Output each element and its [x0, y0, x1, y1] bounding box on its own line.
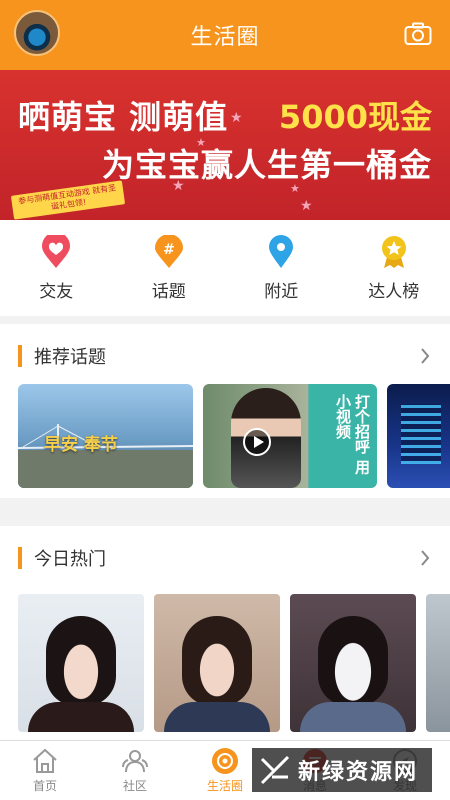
quick-link-label: 附近 [264, 281, 299, 302]
user-avatar[interactable] [14, 10, 60, 56]
star-decoration: ★ [300, 198, 313, 214]
quick-link-label: 达人榜 [368, 281, 420, 302]
tab-label: 生活圈 [206, 779, 243, 793]
promo-banner[interactable]: ★ ★ ★ ★ ★ 晒萌宝 测萌值 5000现金 为宝宝赢人生第一桶金 参与测萌… [0, 70, 450, 220]
tab-label: 首页 [32, 779, 57, 793]
chevron-right-icon [421, 550, 430, 566]
hot-photo-card[interactable] [154, 594, 280, 732]
hot-photo-card[interactable] [290, 594, 416, 732]
hot-photo-card[interactable] [18, 594, 144, 732]
quick-link-nearby[interactable]: 附近 [236, 234, 326, 302]
section-accent-bar [18, 547, 22, 569]
portrait-photo-masked [318, 616, 388, 706]
section-accent-bar [18, 345, 22, 367]
hot-today-header[interactable]: 今日热门 [0, 526, 450, 590]
heart-pin-icon [42, 234, 71, 268]
watermark-logo-icon [260, 755, 290, 785]
quick-link-ranking[interactable]: 达人榜 [349, 235, 439, 302]
quick-link-friends[interactable]: 交友 [11, 234, 101, 302]
page-title: 生活圈 [190, 25, 260, 50]
hot-photo-carousel[interactable] [18, 594, 450, 732]
tab-home[interactable]: 首页 [0, 741, 90, 800]
svg-text:#: # [163, 242, 175, 258]
topic-card[interactable] [387, 384, 450, 488]
top-header: 生活圈 [0, 0, 450, 70]
tab-community[interactable]: 社区 [90, 741, 180, 800]
banner-headline: 晒萌宝 测萌值 [18, 98, 229, 136]
section-title: 今日热门 [34, 549, 106, 570]
banner-cash-amount: 5000现金 [278, 98, 432, 136]
quick-link-label: 话题 [151, 281, 186, 302]
portrait-photo [28, 702, 134, 732]
quick-link-topics[interactable]: # 话题 [124, 234, 214, 302]
tab-label: 社区 [122, 779, 147, 793]
banner-tag: 参与测萌值互动游戏 就有圣诞礼包领! [10, 180, 126, 220]
watermark-text: 新绿资源网 [298, 760, 419, 785]
watermark-overlay: 新绿资源网 [252, 748, 432, 792]
topic-carousel[interactable]: 早安 奉节 打个招呼 用小视频 [18, 384, 450, 490]
camera-icon[interactable] [404, 22, 432, 46]
hashtag-icon: # [154, 234, 183, 268]
topic-label: 打个招呼 用小视频 [334, 394, 371, 475]
quick-link-label: 交友 [39, 281, 74, 302]
banner-subline: 为宝宝赢人生第一桶金 [101, 146, 432, 184]
recommended-topics-header[interactable]: 推荐话题 [0, 324, 450, 388]
city-image [18, 450, 193, 488]
portrait-photo [46, 616, 116, 706]
home-icon [33, 748, 57, 773]
quick-links: 交友 # 话题 附近 达人榜 [0, 220, 450, 316]
medal-icon [381, 235, 406, 268]
night-building-image [401, 404, 441, 464]
topic-card[interactable]: 早安 奉节 [18, 384, 193, 488]
location-pin-icon [269, 234, 294, 268]
play-icon[interactable] [243, 428, 271, 456]
section-title: 推荐话题 [34, 347, 106, 368]
star-decoration: ★ [230, 110, 243, 126]
chevron-right-icon [421, 348, 430, 364]
life-circle-icon [212, 748, 238, 774]
hot-photo-card[interactable] [426, 594, 450, 732]
community-icon [122, 750, 148, 773]
portrait-photo [182, 616, 252, 706]
topic-card[interactable]: 打个招呼 用小视频 [203, 384, 377, 488]
portrait-photo [300, 702, 406, 732]
topic-label: 早安 奉节 [44, 435, 118, 455]
portrait-photo [164, 702, 270, 732]
